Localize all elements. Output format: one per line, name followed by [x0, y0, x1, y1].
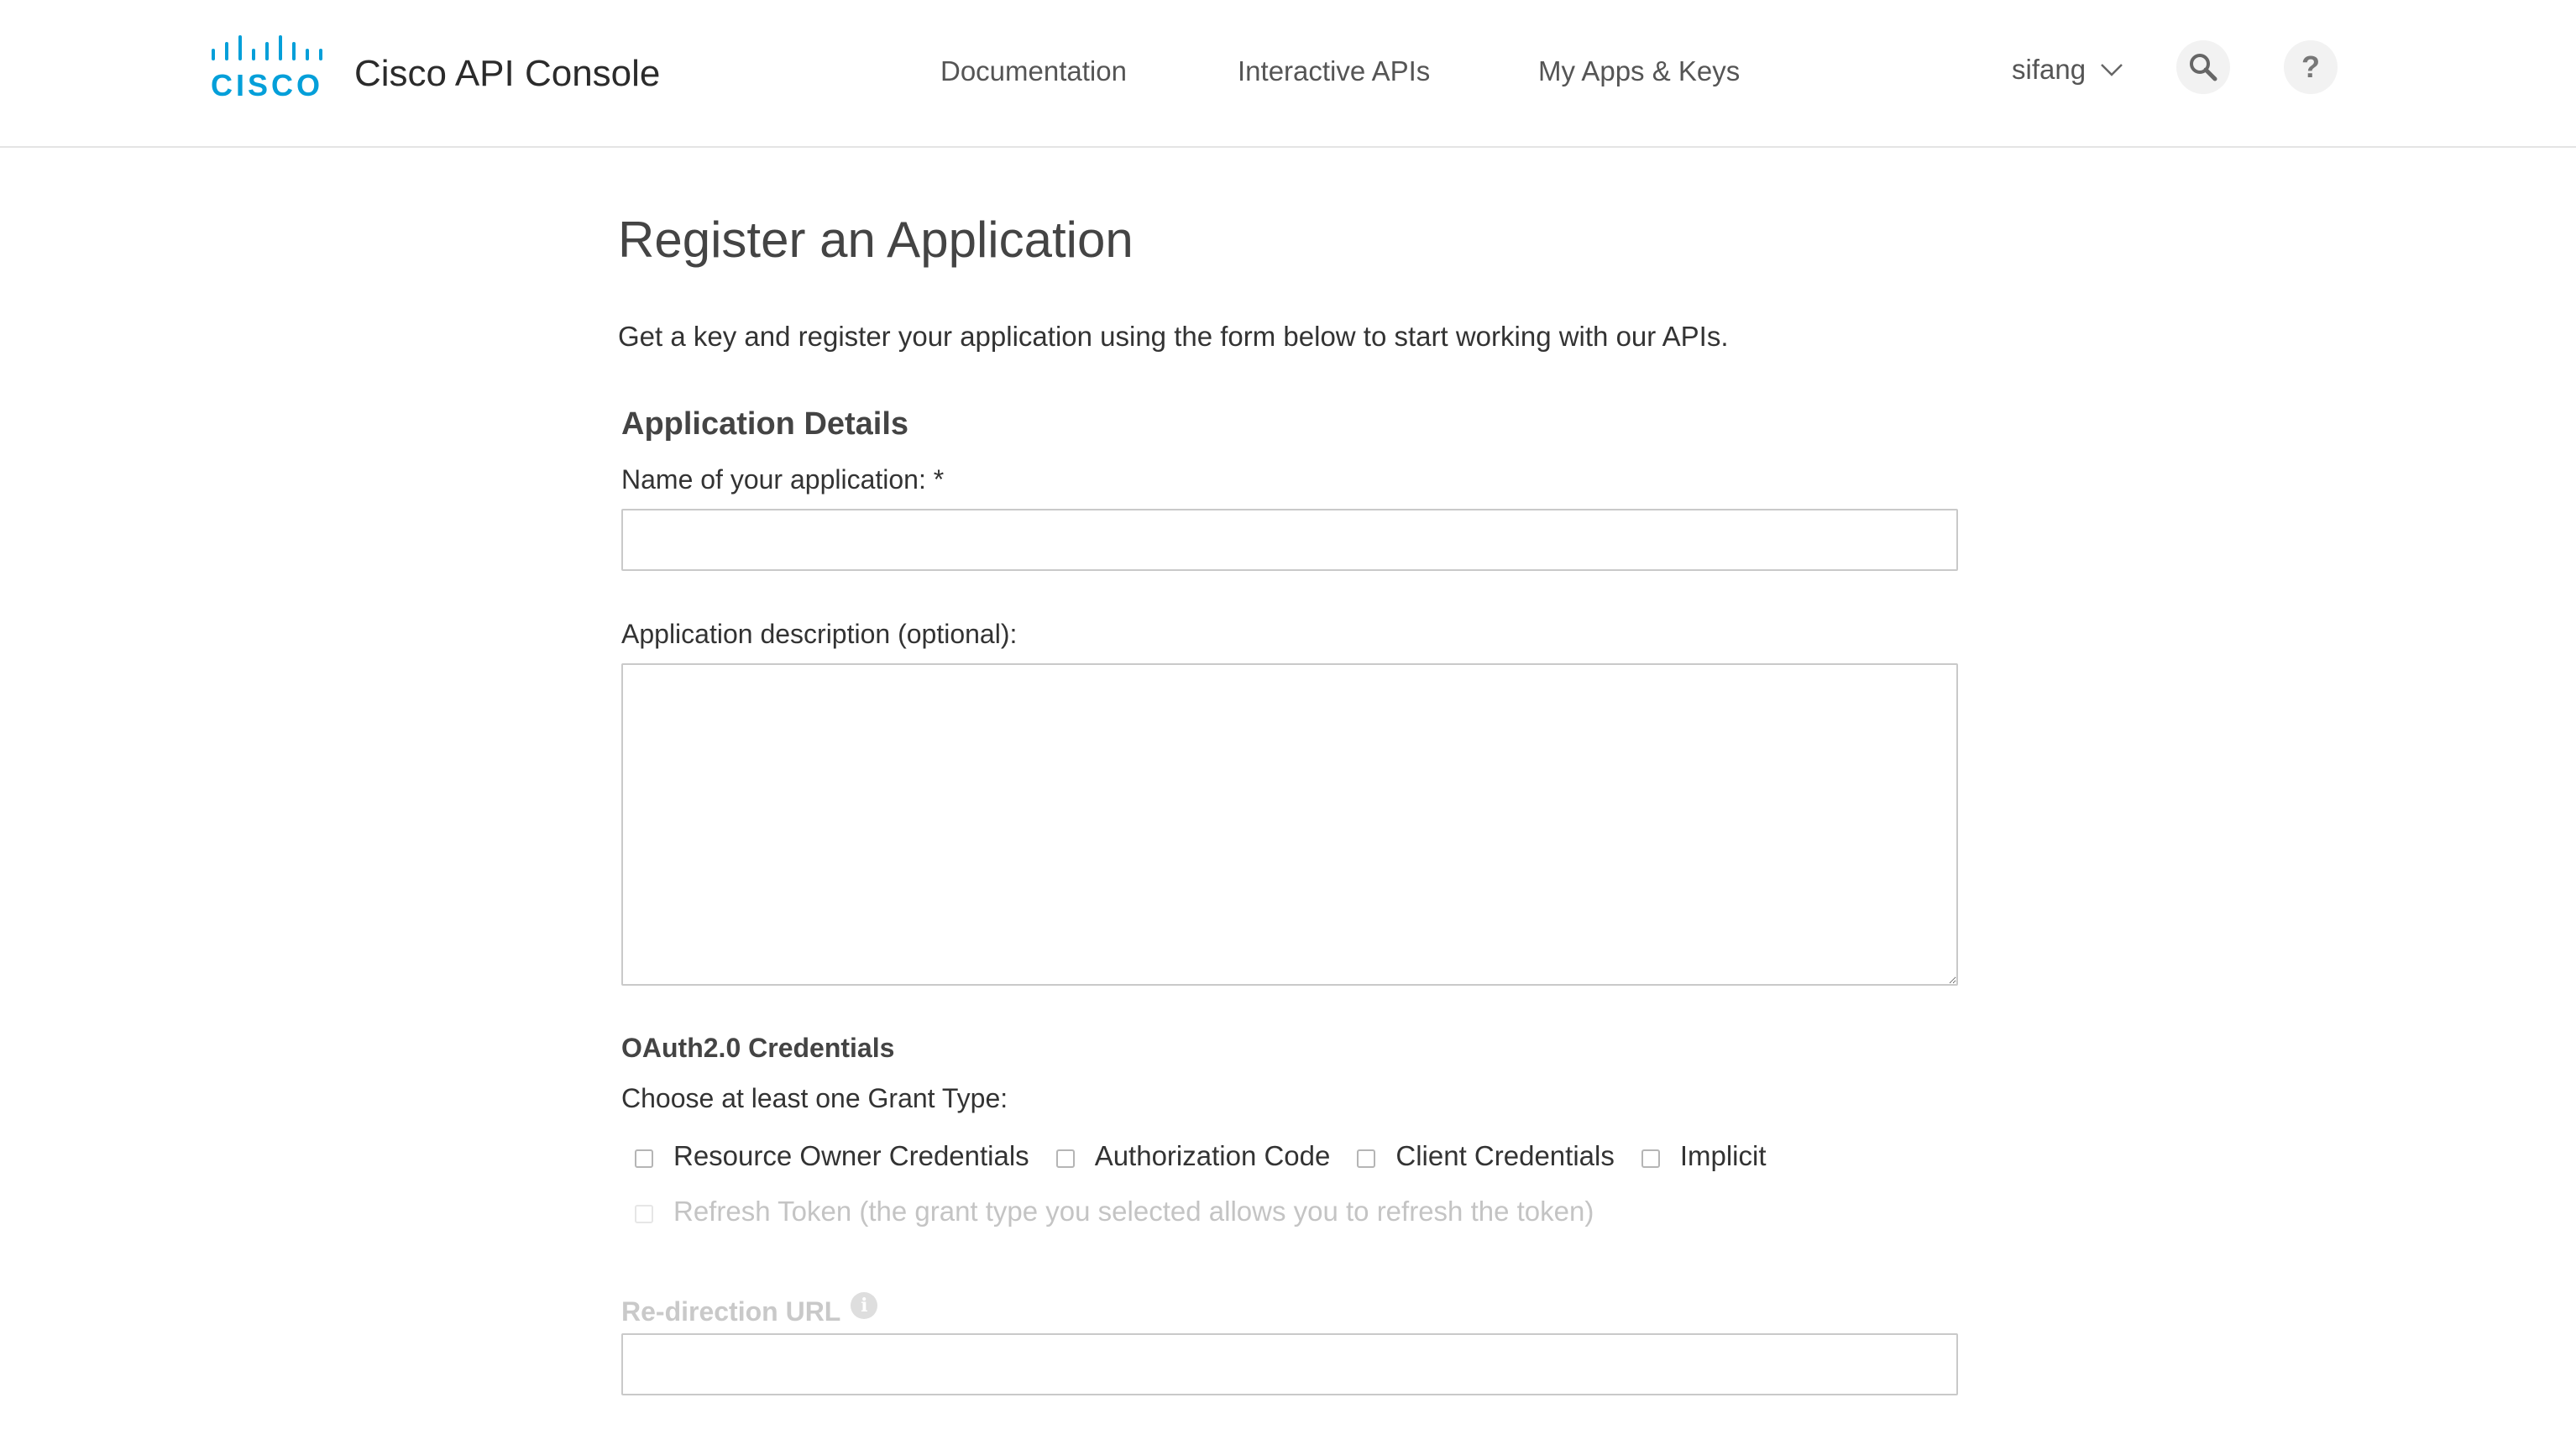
redirect-url-label-row: Re-direction URL i — [621, 1292, 878, 1330]
user-menu[interactable]: sifang — [2012, 47, 2124, 92]
grant-resource-owner-option[interactable]: Resource Owner Credentials — [635, 1140, 1029, 1172]
info-icon[interactable]: i — [851, 1292, 878, 1319]
refresh-token-label: Refresh Token (the grant type you select… — [673, 1196, 1594, 1227]
grant-authorization-code-label: Authorization Code — [1094, 1140, 1331, 1171]
grant-authorization-code-option[interactable]: Authorization Code — [1055, 1140, 1331, 1172]
grant-client-credentials-checkbox[interactable] — [1357, 1149, 1376, 1168]
app-description-label: Application description (optional): — [621, 619, 1018, 649]
search-icon — [2190, 54, 2217, 81]
page-title: Register an Application — [618, 212, 1134, 268]
page-intro: Get a key and register your application … — [618, 321, 1729, 352]
help-button[interactable]: ? — [2284, 40, 2338, 94]
refresh-token-checkbox — [635, 1205, 653, 1223]
grant-implicit-option[interactable]: Implicit — [1641, 1140, 1767, 1172]
oauth-credentials-title: OAuth2.0 Credentials — [621, 1033, 895, 1063]
top-header: CISCO Cisco API Console Documentation In… — [0, 0, 2576, 148]
nav-interactive-apis[interactable]: Interactive APIs — [1238, 50, 1430, 92]
nav-my-apps-keys[interactable]: My Apps & Keys — [1538, 50, 1740, 92]
help-icon: ? — [2301, 50, 2320, 84]
search-button[interactable] — [2176, 40, 2230, 94]
grant-authorization-code-checkbox[interactable] — [1055, 1149, 1075, 1168]
grant-resource-owner-checkbox[interactable] — [635, 1149, 653, 1168]
grant-type-options: Resource Owner Credentials Authorization… — [635, 1135, 1793, 1177]
chevron-down-icon — [2101, 64, 2123, 76]
grant-client-credentials-option[interactable]: Client Credentials — [1357, 1140, 1615, 1172]
section-title-application-details: Application Details — [621, 406, 909, 442]
brand-title[interactable]: Cisco API Console — [354, 49, 660, 99]
app-description-textarea[interactable] — [621, 663, 1958, 986]
grant-type-label: Choose at least one Grant Type: — [621, 1083, 1008, 1113]
cisco-logo-text: CISCO — [212, 68, 323, 97]
grant-implicit-checkbox[interactable] — [1641, 1149, 1660, 1168]
redirect-url-input[interactable] — [621, 1333, 1958, 1395]
app-name-input[interactable] — [621, 509, 1958, 571]
grant-implicit-label: Implicit — [1679, 1140, 1767, 1171]
refresh-token-option: Refresh Token (the grant type you select… — [635, 1191, 1594, 1233]
grant-client-credentials-label: Client Credentials — [1395, 1140, 1615, 1171]
app-name-label: Name of your application: * — [621, 464, 945, 495]
grant-resource-owner-label: Resource Owner Credentials — [673, 1140, 1029, 1171]
redirect-url-label: Re-direction URL — [621, 1296, 841, 1327]
nav-documentation[interactable]: Documentation — [940, 50, 1127, 92]
cisco-logo[interactable]: CISCO — [212, 34, 324, 97]
user-name: sifang — [2012, 54, 2086, 85]
